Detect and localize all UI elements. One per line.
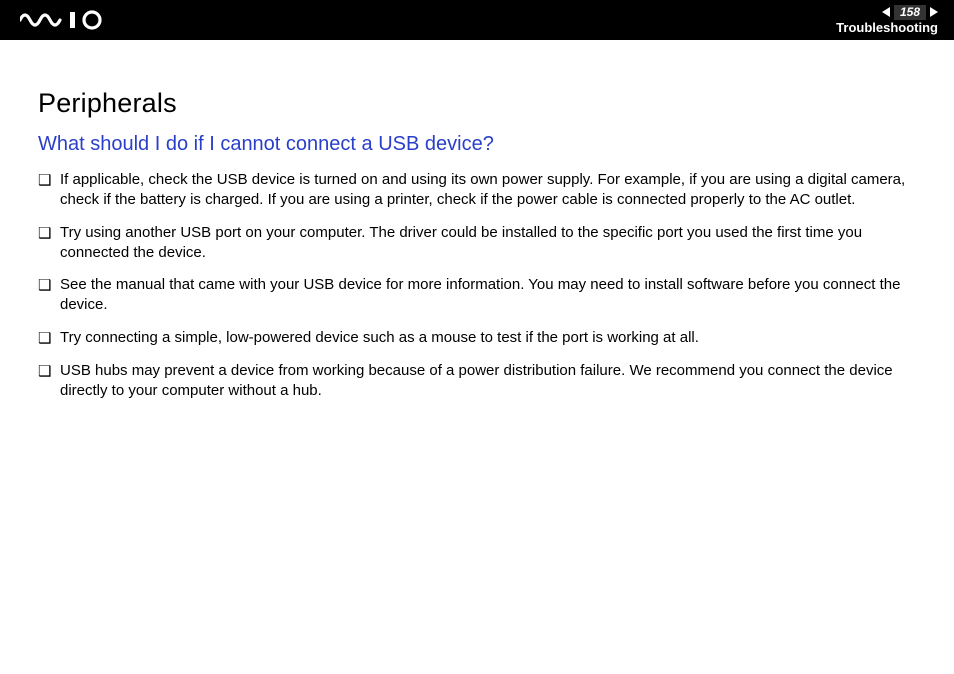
bullet-icon: ❑ — [38, 361, 60, 382]
bullet-text: Try connecting a simple, low-powered dev… — [60, 328, 916, 348]
bullet-icon: ❑ — [38, 170, 60, 191]
bullet-text: USB hubs may prevent a device from worki… — [60, 361, 916, 402]
page-navigation: 158 — [882, 5, 938, 20]
list-item: ❑ USB hubs may prevent a device from wor… — [38, 361, 916, 402]
list-item: ❑ See the manual that came with your USB… — [38, 275, 916, 316]
list-item: ❑ Try using another USB port on your com… — [38, 223, 916, 264]
vaio-logo — [20, 10, 116, 30]
page-title: Peripherals — [38, 88, 916, 119]
bullet-icon: ❑ — [38, 275, 60, 296]
list-item: ❑ If applicable, check the USB device is… — [38, 170, 916, 211]
bullet-list: ❑ If applicable, check the USB device is… — [38, 170, 916, 401]
list-item: ❑ Try connecting a simple, low-powered d… — [38, 328, 916, 349]
header-bar: 158 Troubleshooting — [0, 0, 954, 40]
bullet-text: If applicable, check the USB device is t… — [60, 170, 916, 211]
page-number: 158 — [894, 5, 926, 20]
bullet-icon: ❑ — [38, 328, 60, 349]
content-area: Peripherals What should I do if I cannot… — [0, 40, 954, 401]
next-page-arrow-icon[interactable] — [930, 7, 938, 17]
question-heading: What should I do if I cannot connect a U… — [38, 133, 916, 156]
bullet-icon: ❑ — [38, 223, 60, 244]
header-right: 158 Troubleshooting — [836, 5, 938, 35]
section-label: Troubleshooting — [836, 21, 938, 35]
prev-page-arrow-icon[interactable] — [882, 7, 890, 17]
bullet-text: Try using another USB port on your compu… — [60, 223, 916, 264]
vaio-logo-icon — [20, 10, 116, 30]
bullet-text: See the manual that came with your USB d… — [60, 275, 916, 316]
